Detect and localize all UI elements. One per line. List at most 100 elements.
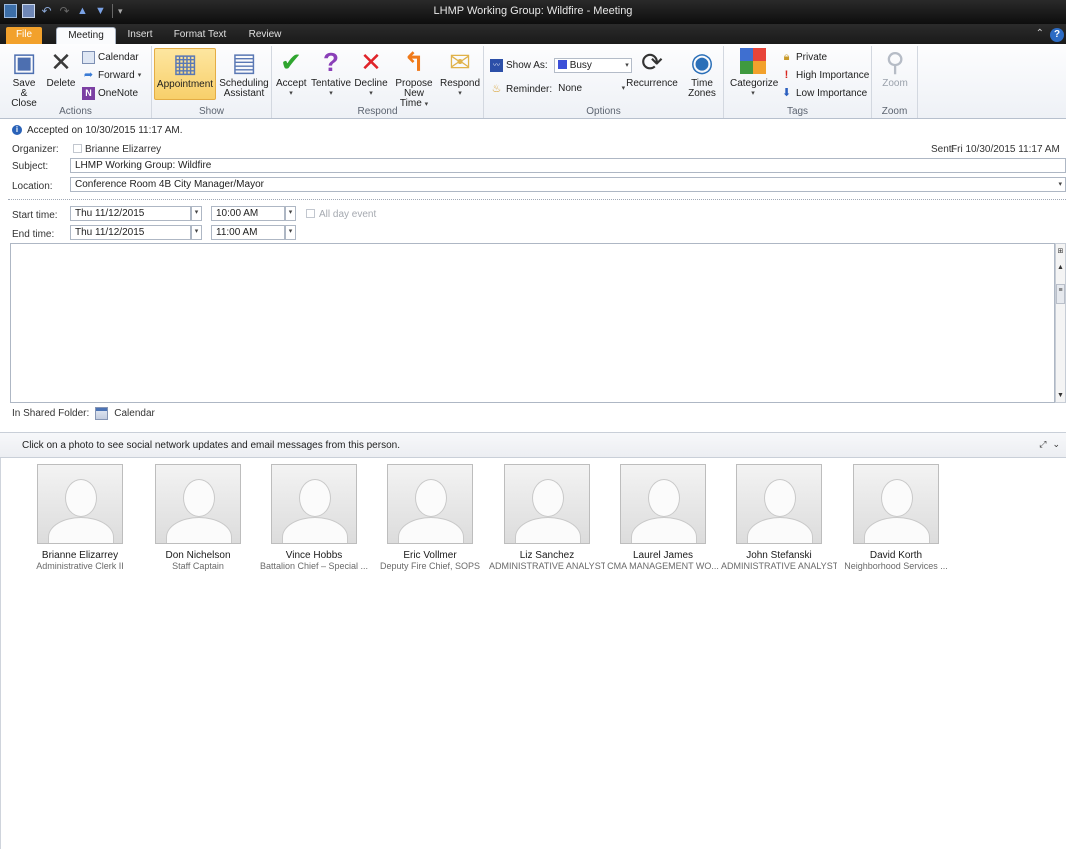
- editor-scrollbar[interactable]: ⊞ ▲ ≡ ▼: [1055, 243, 1066, 403]
- person-photo[interactable]: [387, 464, 473, 544]
- categorize-button[interactable]: Categorize ▾: [730, 48, 778, 99]
- help-icon[interactable]: ?: [1050, 28, 1064, 42]
- silhouette-body: [282, 517, 348, 543]
- recurrence-button[interactable]: ⟳ Recurrence: [624, 48, 680, 89]
- low-importance-button[interactable]: ⬇ Low Importance: [780, 86, 867, 100]
- person-photo[interactable]: [37, 464, 123, 544]
- calendar-icon: [95, 407, 109, 420]
- person-photo[interactable]: [155, 464, 241, 544]
- person-card[interactable]: John Stefanski ADMINISTRATIVE ANALYST I: [721, 464, 837, 571]
- high-importance-icon: !: [784, 68, 789, 81]
- tab-insert[interactable]: Insert: [120, 27, 160, 44]
- start-date-dropdown[interactable]: ▾: [191, 206, 202, 221]
- person-photo[interactable]: [853, 464, 939, 544]
- high-importance-button[interactable]: ! High Importance: [780, 68, 870, 82]
- tab-review[interactable]: Review: [240, 27, 290, 44]
- person-photo[interactable]: [620, 464, 706, 544]
- end-time-field[interactable]: 11:00 AM: [211, 225, 285, 240]
- group-label-tags: Tags: [786, 106, 809, 117]
- expand-icon[interactable]: ⤢: [1039, 439, 1046, 450]
- presence-icon: [73, 144, 82, 153]
- location-field[interactable]: Conference Room 4B City Manager/Mayor ▾: [70, 177, 1066, 192]
- person-photo[interactable]: [736, 464, 822, 544]
- delete-button[interactable]: ✕ Delete: [44, 48, 78, 89]
- categorize-dropdown-icon: ▾: [751, 90, 755, 97]
- organizer-value: Brianne Elizarrey: [85, 144, 162, 155]
- end-time-dropdown[interactable]: ▾: [285, 225, 296, 240]
- people-pane-controls: ⤢ ⌄: [1039, 439, 1060, 450]
- silhouette-head: [532, 479, 564, 517]
- zoom-button[interactable]: ⚲ Zoom: [878, 48, 912, 89]
- person-card[interactable]: Don Nichelson Staff Captain: [140, 464, 256, 571]
- appointment-label: Appointment: [156, 79, 214, 90]
- meeting-body-editor[interactable]: [10, 243, 1055, 403]
- reminder-dropdown[interactable]: None ▾: [555, 82, 627, 97]
- calendar-icon: [82, 50, 95, 64]
- private-button[interactable]: 🔒︎ Private: [780, 50, 828, 64]
- silhouette-body: [398, 517, 464, 543]
- person-card[interactable]: Laurel James CMA MANAGEMENT WO...: [605, 464, 721, 571]
- person-photo[interactable]: [271, 464, 357, 544]
- respond-button[interactable]: ✉ Respond ▾: [440, 48, 480, 99]
- all-day-checkbox[interactable]: [306, 209, 315, 218]
- calendar-button[interactable]: Calendar: [82, 50, 139, 64]
- person-card[interactable]: Eric Vollmer Deputy Fire Chief, SOPS: [372, 464, 488, 571]
- respond-dropdown-icon: ▾: [458, 90, 462, 97]
- silhouette-head: [299, 479, 331, 517]
- show-as-value: Busy: [569, 59, 592, 71]
- sent-value: Fri 10/30/2015 11:17 AM: [951, 144, 1060, 155]
- shared-folder-value[interactable]: Calendar: [114, 408, 155, 419]
- time-zones-button[interactable]: ◉ Time Zones: [684, 48, 720, 99]
- person-card[interactable]: Liz Sanchez ADMINISTRATIVE ANALYST III: [489, 464, 605, 571]
- onenote-button[interactable]: N OneNote: [82, 86, 138, 100]
- person-card[interactable]: Brianne Elizarrey Administrative Clerk I…: [22, 464, 138, 571]
- ruler-icon[interactable]: ⊞: [1056, 246, 1065, 257]
- start-time-field[interactable]: 10:00 AM: [211, 206, 285, 221]
- end-date-field[interactable]: Thu 11/12/2015: [70, 225, 191, 240]
- tab-file[interactable]: File: [6, 27, 42, 44]
- delete-label: Delete: [46, 78, 76, 89]
- forward-button[interactable]: ➦ Forward ▾: [82, 68, 141, 82]
- forward-label: Forward: [98, 69, 135, 81]
- start-time-dropdown[interactable]: ▾: [285, 206, 296, 221]
- tab-format-text[interactable]: Format Text: [168, 27, 232, 44]
- group-label-show: Show: [198, 106, 224, 117]
- tab-meeting[interactable]: Meeting: [56, 27, 116, 44]
- globe-icon: ◉: [690, 47, 714, 77]
- start-time-label: Start time:: [12, 210, 58, 221]
- person-photo[interactable]: [504, 464, 590, 544]
- save-close-button[interactable]: ▣ Save & Close: [8, 48, 40, 109]
- lock-icon: 🔒︎: [783, 50, 790, 63]
- location-label: Location:: [12, 181, 53, 192]
- minimize-ribbon-icon[interactable]: ⌃: [1036, 28, 1044, 39]
- propose-new-time-button[interactable]: ↰ Propose New Time ▾: [392, 48, 436, 110]
- shared-folder-row: In Shared Folder: Calendar: [12, 407, 155, 420]
- appointment-button[interactable]: ▦ Appointment: [154, 48, 216, 100]
- person-title: ADMINISTRATIVE ANALYST III: [489, 561, 605, 571]
- location-value: Conference Room 4B City Manager/Mayor: [75, 179, 264, 190]
- decline-button[interactable]: ✕ Decline ▾: [354, 48, 388, 99]
- person-card[interactable]: Vince Hobbs Battalion Chief – Special ..…: [256, 464, 372, 571]
- start-date-field[interactable]: Thu 11/12/2015: [70, 206, 191, 221]
- all-day-event[interactable]: All day event: [306, 209, 376, 220]
- show-as-dropdown[interactable]: Busy ▾: [553, 57, 632, 73]
- accept-button[interactable]: ✔ Accept ▾: [276, 48, 307, 99]
- scheduling-assistant-button[interactable]: ▤ Scheduling Assistant: [218, 48, 270, 99]
- decline-label: Decline: [354, 78, 388, 89]
- low-importance-icon: ⬇: [781, 86, 792, 99]
- tentative-button[interactable]: ? Tentative ▾: [310, 48, 352, 99]
- scroll-thumb[interactable]: ≡: [1056, 284, 1065, 304]
- chevron-down-icon[interactable]: ▾: [1058, 180, 1062, 188]
- scroll-down-icon[interactable]: ▼: [1056, 390, 1065, 401]
- person-card[interactable]: David Korth Neighborhood Services ...: [838, 464, 954, 571]
- end-date-dropdown[interactable]: ▾: [191, 225, 202, 240]
- group-label-respond: Respond: [357, 106, 398, 117]
- subject-field[interactable]: LHMP Working Group: Wildfire: [70, 158, 1066, 173]
- propose-time-icon: ↰: [403, 47, 425, 77]
- organizer-name[interactable]: Brianne Elizarrey: [73, 144, 161, 155]
- people-pane-bar: Click on a photo to see social network u…: [0, 432, 1066, 458]
- magnifier-icon: ⚲: [885, 47, 905, 77]
- chevron-down-icon[interactable]: ⌄: [1052, 439, 1060, 450]
- scroll-up-icon[interactable]: ▲: [1056, 262, 1065, 273]
- silhouette-head: [183, 479, 215, 517]
